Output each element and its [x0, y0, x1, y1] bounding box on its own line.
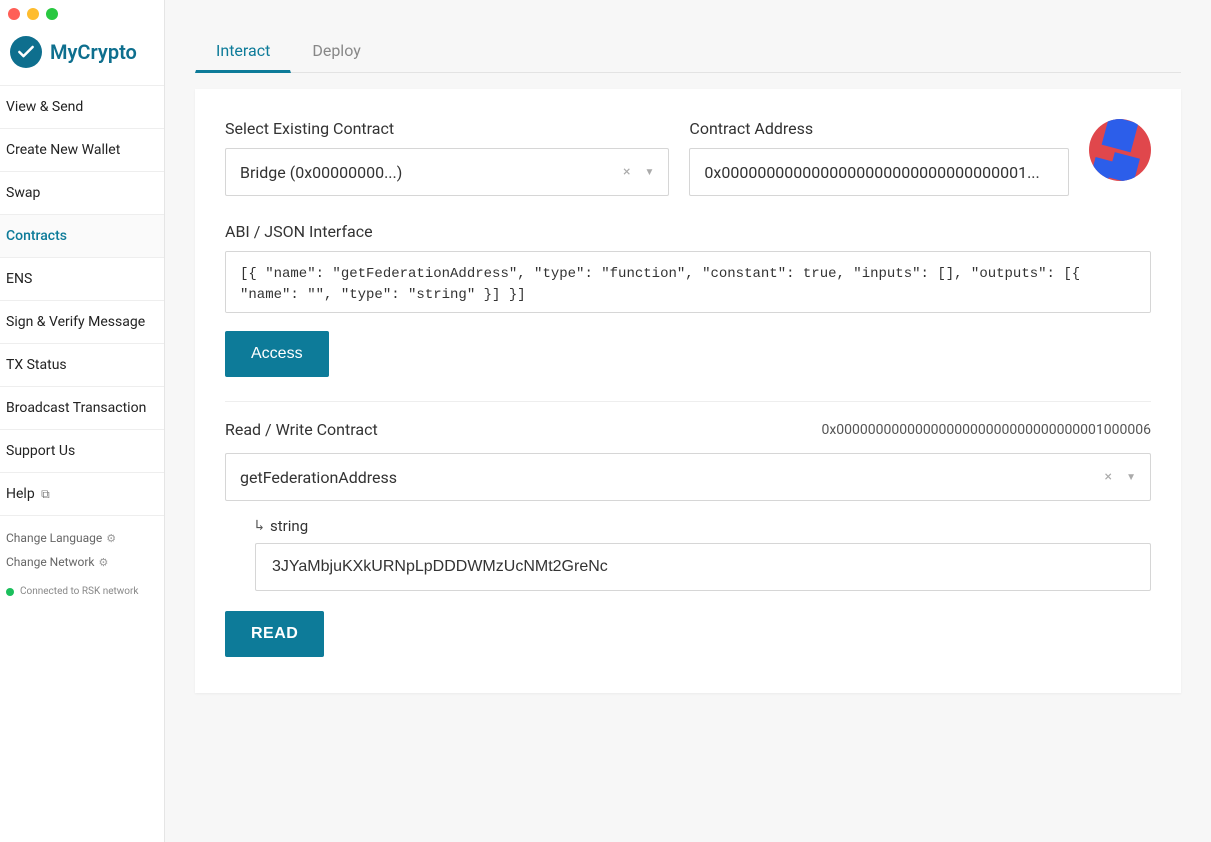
contract-address-label: Contract Address [689, 119, 1069, 138]
change-language-link[interactable]: Change Language ⚙ [6, 526, 158, 550]
output-type: string [270, 517, 308, 535]
gear-icon: ⚙ [99, 556, 109, 569]
sidebar-item-sign-verify[interactable]: Sign & Verify Message [0, 300, 164, 344]
sidebar-item-view-send[interactable]: View & Send [0, 85, 164, 129]
divider [225, 401, 1151, 402]
status-dot-icon [6, 588, 14, 596]
logo: MyCrypto [0, 28, 164, 86]
minimize-window-icon[interactable] [27, 8, 39, 20]
abi-textarea[interactable] [225, 251, 1151, 313]
brand-name: MyCrypto [50, 40, 137, 64]
contract-address-input[interactable] [689, 148, 1069, 196]
sidebar-item-contracts[interactable]: Contracts [0, 214, 164, 258]
abi-label: ABI / JSON Interface [225, 222, 1151, 241]
tab-interact[interactable]: Interact [195, 30, 291, 73]
tabs: Interact Deploy [195, 30, 1181, 73]
change-network-link[interactable]: Change Network ⚙ [6, 550, 158, 574]
sidebar-item-tx-status[interactable]: TX Status [0, 343, 164, 387]
sidebar-item-support-us[interactable]: Support Us [0, 429, 164, 473]
read-write-label: Read / Write Contract [225, 420, 378, 439]
method-select[interactable]: getFederationAddress × ▼ [225, 453, 1151, 501]
chevron-down-icon: ▼ [1126, 472, 1136, 483]
close-window-icon[interactable] [8, 8, 20, 20]
sidebar-item-label: Help [6, 486, 35, 502]
maximize-window-icon[interactable] [46, 8, 58, 20]
sidebar-bottom-links: Change Language ⚙ Change Network ⚙ [0, 516, 164, 578]
output-value-input[interactable] [255, 543, 1151, 591]
sidebar: MyCrypto View & Send Create New Wallet S… [0, 0, 165, 842]
sidebar-item-swap[interactable]: Swap [0, 171, 164, 215]
access-button[interactable]: Access [225, 331, 329, 377]
select-contract-label: Select Existing Contract [225, 119, 669, 138]
address-identicon [1089, 119, 1151, 181]
logo-icon [10, 36, 42, 68]
network-status: Connected to RSK network [0, 578, 164, 605]
sidebar-item-broadcast-tx[interactable]: Broadcast Transaction [0, 386, 164, 430]
sidebar-item-ens[interactable]: ENS [0, 257, 164, 301]
sidebar-item-create-wallet[interactable]: Create New Wallet [0, 128, 164, 172]
contract-select-value: Bridge (0x00000000...) [240, 163, 402, 182]
clear-icon[interactable]: × [623, 164, 630, 180]
tab-deploy[interactable]: Deploy [291, 30, 381, 72]
contract-panel: Select Existing Contract Bridge (0x00000… [195, 89, 1181, 693]
window-controls [0, 0, 164, 28]
sidebar-item-help[interactable]: Help ⧉ [0, 472, 164, 516]
chevron-down-icon: ▼ [645, 167, 655, 178]
contract-select[interactable]: Bridge (0x00000000...) × ▼ [225, 148, 669, 196]
contract-full-address: 0x00000000000000000000000000000000010000… [821, 422, 1151, 438]
gear-icon: ⚙ [106, 532, 116, 545]
corner-arrow-icon: ↳ [255, 516, 264, 534]
method-output: ↳ string [255, 517, 1151, 591]
read-button[interactable]: READ [225, 611, 324, 657]
method-select-value: getFederationAddress [240, 468, 397, 487]
network-status-text: Connected to RSK network [20, 586, 138, 597]
clear-icon[interactable]: × [1105, 469, 1112, 485]
main-content: Interact Deploy Select Existing Contract… [165, 0, 1211, 842]
external-link-icon: ⧉ [41, 487, 50, 501]
